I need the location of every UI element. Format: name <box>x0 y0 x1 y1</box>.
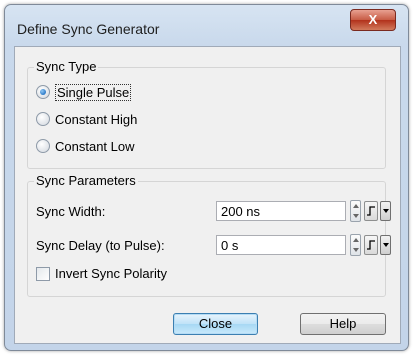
spinner-down-icon[interactable] <box>353 214 359 218</box>
sync-parameters-group-label: Sync Parameters <box>34 173 138 188</box>
sync-width-label: Sync Width: <box>36 204 106 219</box>
close-button[interactable]: Close <box>173 313 258 335</box>
invert-sync-polarity-checkbox[interactable] <box>36 267 50 281</box>
rising-edge-icon <box>367 206 375 216</box>
close-icon: X <box>368 12 378 27</box>
help-button[interactable]: Help <box>300 313 386 335</box>
window-close-button[interactable]: X <box>350 9 396 31</box>
sync-width-spinner[interactable] <box>350 200 361 222</box>
sync-type-group: Sync Type Single Pulse Constant High Con… <box>27 59 386 169</box>
sync-parameters-group: Sync Parameters Sync Width: 200 ns Sync … <box>27 173 391 297</box>
sync-delay-spinner[interactable] <box>350 234 361 256</box>
sync-width-dropdown-button[interactable] <box>380 201 391 221</box>
dialog-body: Sync Type Single Pulse Constant High Con… <box>14 46 401 344</box>
radio-constant-high[interactable]: Constant High <box>36 110 137 128</box>
dialog-window: Define Sync Generator X Sync Type Single… <box>4 4 409 351</box>
sync-delay-dropdown-button[interactable] <box>380 235 391 255</box>
spinner-up-icon[interactable] <box>353 204 359 208</box>
sync-delay-label: Sync Delay (to Pulse): <box>36 238 165 253</box>
radio-button-selected-icon[interactable] <box>36 85 50 99</box>
sync-width-edge-button[interactable] <box>364 201 378 221</box>
radio-single-pulse[interactable]: Single Pulse <box>36 83 132 101</box>
radio-constant-low[interactable]: Constant Low <box>36 137 135 155</box>
sync-delay-input[interactable]: 0 s <box>216 235 346 255</box>
sync-width-input[interactable]: 200 ns <box>216 201 346 221</box>
radio-button-icon[interactable] <box>36 139 50 153</box>
rising-edge-icon <box>367 240 375 250</box>
radio-constant-high-label: Constant High <box>55 111 138 127</box>
spinner-down-icon[interactable] <box>353 248 359 252</box>
sync-type-group-label: Sync Type <box>34 59 99 74</box>
window-title: Define Sync Generator <box>17 21 160 37</box>
spinner-up-icon[interactable] <box>353 238 359 242</box>
sync-delay-edge-button[interactable] <box>364 235 378 255</box>
invert-sync-polarity-label: Invert Sync Polarity <box>55 266 167 281</box>
radio-button-icon[interactable] <box>36 112 50 126</box>
radio-constant-low-label: Constant Low <box>55 138 135 154</box>
radio-single-pulse-label: Single Pulse <box>55 83 132 101</box>
